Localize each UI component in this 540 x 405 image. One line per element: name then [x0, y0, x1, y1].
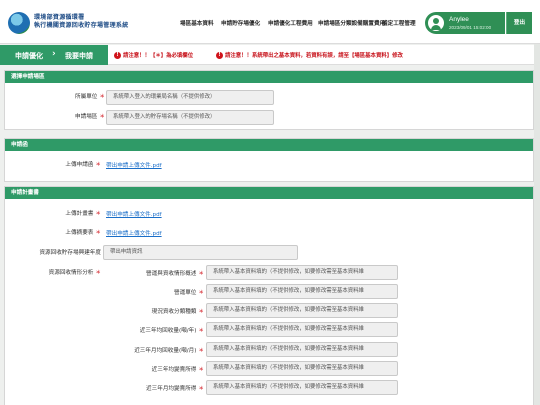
select-site-section: 選擇申請場區 所屬單位＊ 系統帶入登入的環業局名稱（不提供修改） 申請場區＊ 系… — [4, 70, 534, 130]
logo-line2: 執行機關資源回收貯存場管理系統 — [34, 22, 129, 29]
nav-site-basic-data[interactable]: 場區基本資料 — [180, 19, 214, 27]
user-avatar-icon — [428, 15, 444, 31]
agency-logo-icon — [8, 12, 30, 34]
analysis-label-annual-sales: 近三年均變賣所得＊ — [151, 367, 204, 373]
analysis-label-sorting-types: 現況資收分類種類＊ — [151, 309, 204, 315]
application-plan-section: 申請計畫書 上傳計畫書＊ 帶出申請上傳文件.pdf 上傳摘要表＊ 帶出申請上傳文… — [4, 186, 534, 405]
upload-letter-label: 上傳申請函＊ — [65, 162, 101, 168]
recycling-analysis-label: 資源回收情形分析＊ — [48, 270, 101, 276]
analysis-field-operation-overview: 系統帶入基本資料填的（不提供修改，如要修改需至基本資料維 — [206, 265, 398, 280]
breadcrumb-bar: 申請優化 › 我要申請 ! 請注意！！【＊】為必填欄位 ! 請注意！！系統帶出之基本… — [0, 45, 540, 65]
site-label: 申請場區＊ — [75, 114, 105, 120]
analysis-label-monthly-volume: 近三年月均回收量(噸/月) ＊ — [134, 348, 204, 354]
analysis-field-operator: 系統帶入基本資料填的（不提供修改，如要修改需至基本資料維 — [206, 284, 398, 299]
analysis-label-annual-volume: 近三年均回收量(噸/年) ＊ — [139, 328, 204, 334]
user-name: Anylee — [449, 16, 469, 23]
logout-button[interactable]: 登出 — [506, 12, 532, 34]
site-logo-text[interactable]: 環境部資源循環署 執行機關資源回收貯存場管理系統 — [34, 14, 174, 30]
analysis-label-operator: 營運單位＊ — [174, 290, 204, 296]
upload-letter-link[interactable]: 帶出申請上傳文件.pdf — [106, 161, 162, 169]
top-header: 環境部資源循環署 執行機關資源回收貯存場管理系統 場區基本資料 申請貯存場優化 … — [0, 0, 540, 44]
breadcrumb-current: 我要申請 — [65, 52, 93, 60]
analysis-field-annual-sales: 系統帶入基本資料填的（不提供修改，如要修改需至基本資料維 — [206, 361, 398, 376]
analysis-label-operation-overview: 營運與資收情形概述＊ — [146, 271, 204, 277]
application-letter-section: 申請函 上傳申請函＊ 帶出申請上傳文件.pdf — [4, 138, 534, 182]
application-letter-title: 申請函 — [5, 139, 533, 151]
logo-line1: 環境部資源循環署 — [34, 14, 85, 21]
analysis-field-monthly-sales: 系統帶入基本資料填的（不提供修改，如要修改需至基本資料維 — [206, 380, 398, 395]
analysis-field-sorting-types: 系統帶入基本資料填的（不提供修改，如要修改需至基本資料維 — [206, 303, 398, 318]
analysis-field-annual-volume: 系統帶入基本資料填的（不提供修改，如要修改需至基本資料維 — [206, 322, 398, 337]
breadcrumb-parent[interactable]: 申請優化 — [15, 51, 43, 61]
upload-plan-label: 上傳計畫書＊ — [65, 211, 101, 217]
page-scrollbar[interactable] — [534, 44, 540, 405]
unit-field: 系統帶入登入的環業局名稱（不提供修改） — [106, 90, 274, 105]
select-site-title: 選擇申請場區 — [5, 71, 533, 83]
basic-data-alert: ! 請注意！！系統帶出之基本資料，若資料有誤，請至【場區基本資料】修改 — [216, 51, 403, 59]
login-timestamp: 2023/09/01 15:02:00 — [449, 25, 492, 30]
site-field: 系統帶入登入的貯存場名稱（不提供修改） — [106, 110, 274, 125]
unit-label: 所屬單位＊ — [75, 94, 105, 100]
analysis-field-monthly-volume: 系統帶入基本資料填的（不提供修改，如要修改需至基本資料維 — [206, 342, 398, 357]
breadcrumb: 申請優化 › 我要申請 — [0, 45, 108, 65]
application-plan-title: 申請計畫書 — [5, 187, 533, 199]
nav-apply-optimization[interactable]: 申請貯存場優化 — [221, 19, 260, 27]
nav-apply-engineering-cost[interactable]: 申請優化工程費用 — [268, 19, 313, 27]
chevron-right-icon: › — [52, 49, 56, 59]
upload-plan-link[interactable]: 帶出申請上傳文件.pdf — [106, 210, 162, 218]
user-profile[interactable]: Anylee 2023/09/01 15:02:00 — [425, 12, 505, 34]
upload-summary-link[interactable]: 帶出申請上傳文件.pdf — [106, 229, 162, 237]
upload-summary-label: 上傳摘要表＊ — [65, 230, 101, 236]
alert-icon: ! — [114, 52, 121, 59]
build-year-field: 帶出申請資訊 — [103, 245, 298, 260]
alert-icon: ! — [216, 52, 223, 59]
required-fields-alert: ! 請注意！！【＊】為必填欄位 — [114, 51, 193, 59]
build-year-label: 資源回收貯存場興建年度 — [39, 250, 101, 256]
nav-engineering-management[interactable]: 稽定工程管理 — [382, 19, 416, 27]
analysis-label-monthly-sales: 近三年月均變賣所得＊ — [146, 386, 204, 392]
nav-apply-equipment-cost[interactable]: 申請場區分類設備購置費用 — [318, 19, 385, 27]
